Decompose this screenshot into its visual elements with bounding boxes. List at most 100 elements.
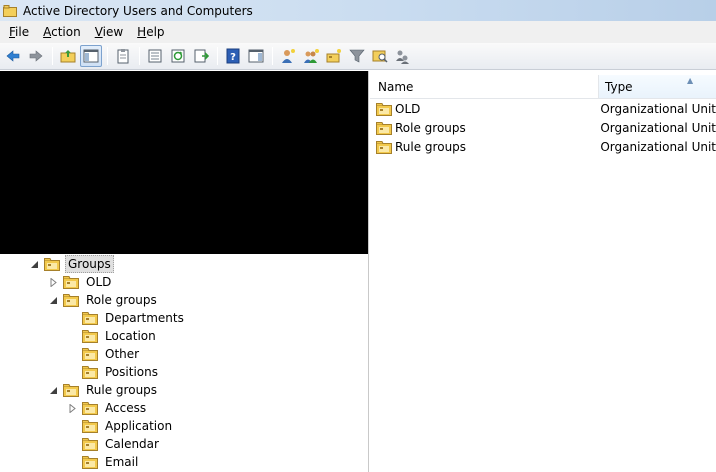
- ou-folder-icon: [82, 419, 98, 433]
- filter-icon[interactable]: [346, 45, 368, 67]
- list-item-type: Organizational Unit: [600, 120, 716, 135]
- tree-node-label: Positions: [105, 365, 158, 379]
- back-arrow-icon[interactable]: [2, 45, 24, 67]
- collapse-arrow-icon[interactable]: [49, 386, 58, 395]
- show-console-tree-icon[interactable]: [80, 45, 102, 67]
- no-expander: [68, 332, 77, 341]
- ou-folder-icon: [82, 347, 98, 361]
- ou-folder-icon: [63, 383, 79, 397]
- tree-node[interactable]: Location: [68, 327, 158, 345]
- collapse-arrow-icon[interactable]: [30, 260, 39, 269]
- list-item[interactable]: Role groups Organizational Unit: [370, 118, 716, 137]
- no-expander: [68, 350, 77, 359]
- collapse-arrow-icon[interactable]: [49, 296, 58, 305]
- menu-file[interactable]: File: [2, 23, 36, 41]
- column-header-type-label: Type: [605, 79, 633, 94]
- ou-folder-icon: [82, 401, 98, 415]
- list-item[interactable]: OLD Organizational Unit: [370, 99, 716, 118]
- tree-node-label: OLD: [86, 275, 112, 289]
- clipboard-icon[interactable]: [112, 45, 134, 67]
- export-list-icon[interactable]: [190, 45, 212, 67]
- properties-icon[interactable]: [144, 45, 166, 67]
- list-header: Name ▲ Type: [370, 75, 716, 99]
- tree-node-label: Role groups: [86, 293, 157, 307]
- details-pane: Name ▲ Type OLD Organizational Unit Role g…: [370, 71, 716, 472]
- list-item-type: Organizational Unit: [600, 101, 716, 116]
- ou-folder-icon: [63, 293, 79, 307]
- no-expander: [68, 314, 77, 323]
- tree-node-label: Departments: [105, 311, 184, 325]
- tree-node-label: Access: [105, 401, 147, 415]
- tree-node-label: Calendar: [105, 437, 159, 451]
- ou-folder-icon: [82, 455, 98, 469]
- forward-arrow-icon[interactable]: [25, 45, 47, 67]
- toolbar-separator: [52, 47, 53, 65]
- tree-node-label: Groups: [65, 255, 114, 273]
- no-expander: [68, 458, 77, 467]
- window-title: Active Directory Users and Computers: [23, 3, 253, 18]
- sort-ascending-icon: ▲: [687, 76, 694, 85]
- tree-node-label: Rule groups: [86, 383, 158, 397]
- column-header-name[interactable]: Name: [370, 75, 599, 98]
- find-icon[interactable]: [369, 45, 391, 67]
- tree-node[interactable]: Other: [68, 345, 141, 363]
- create-group-icon[interactable]: [300, 45, 322, 67]
- ou-folder-icon: [376, 140, 392, 154]
- toolbar: ?: [0, 43, 716, 70]
- menu-view[interactable]: View: [88, 23, 130, 41]
- tree-node[interactable]: Departments: [68, 309, 186, 327]
- ou-folder-icon: [82, 329, 98, 343]
- tree-node[interactable]: Access: [68, 399, 148, 417]
- tree-node[interactable]: Role groups: [49, 291, 159, 309]
- toolbar-separator: [217, 47, 218, 65]
- tree-node-label: Other: [105, 347, 140, 361]
- tree-node-label: Email: [105, 455, 139, 469]
- tree-node-label: Location: [105, 329, 156, 343]
- tree-node-label: Application: [105, 419, 173, 433]
- list-item-name-cell: OLD: [370, 102, 594, 116]
- column-header-type[interactable]: ▲ Type: [599, 75, 716, 98]
- ou-folder-icon: [63, 275, 79, 289]
- title-bar: Active Directory Users and Computers: [0, 0, 716, 21]
- ou-folder-icon: [82, 311, 98, 325]
- expand-arrow-icon[interactable]: [49, 277, 58, 287]
- tree-node[interactable]: Application: [68, 417, 174, 435]
- ou-folder-icon: [44, 257, 60, 271]
- tree-node[interactable]: Calendar: [68, 435, 161, 453]
- menu-action[interactable]: Action: [36, 23, 88, 41]
- toolbar-separator: [107, 47, 108, 65]
- menu-bar: File Action View Help: [0, 21, 716, 43]
- ou-folder-icon: [82, 365, 98, 379]
- tree-node[interactable]: Positions: [68, 363, 160, 381]
- up-folder-icon[interactable]: [57, 45, 79, 67]
- list-item-type: Organizational Unit: [600, 139, 716, 154]
- no-expander: [68, 368, 77, 377]
- list-item-name-cell: Rule groups: [370, 140, 594, 154]
- tree-node[interactable]: Groups: [30, 255, 114, 273]
- tree-node[interactable]: Email: [68, 453, 140, 471]
- create-ou-icon[interactable]: [323, 45, 345, 67]
- list-item-name: Rule groups: [395, 139, 467, 154]
- action-pane-icon[interactable]: [245, 45, 267, 67]
- redacted-area: [0, 71, 368, 254]
- ou-folder-icon: [376, 102, 392, 116]
- list-item-name: Role groups: [395, 120, 466, 135]
- help-icon[interactable]: ?: [222, 45, 244, 67]
- no-expander: [68, 422, 77, 431]
- svg-text:?: ?: [230, 52, 236, 63]
- tree-node[interactable]: Rule groups: [49, 381, 159, 399]
- toolbar-separator: [139, 47, 140, 65]
- tree-node[interactable]: OLD: [49, 273, 113, 291]
- aduc-app-icon: [3, 4, 17, 17]
- list-item-name: OLD: [395, 101, 421, 116]
- ou-folder-icon: [82, 437, 98, 451]
- expand-arrow-icon[interactable]: [68, 403, 77, 413]
- no-expander: [68, 440, 77, 449]
- toolbar-separator: [272, 47, 273, 65]
- refresh-icon[interactable]: [167, 45, 189, 67]
- add-to-group-icon[interactable]: [392, 45, 414, 67]
- menu-help[interactable]: Help: [130, 23, 171, 41]
- console-tree-pane: Groups OLD Role groups Departments Location O…: [0, 71, 369, 472]
- list-item[interactable]: Rule groups Organizational Unit: [370, 137, 716, 156]
- create-user-icon[interactable]: [277, 45, 299, 67]
